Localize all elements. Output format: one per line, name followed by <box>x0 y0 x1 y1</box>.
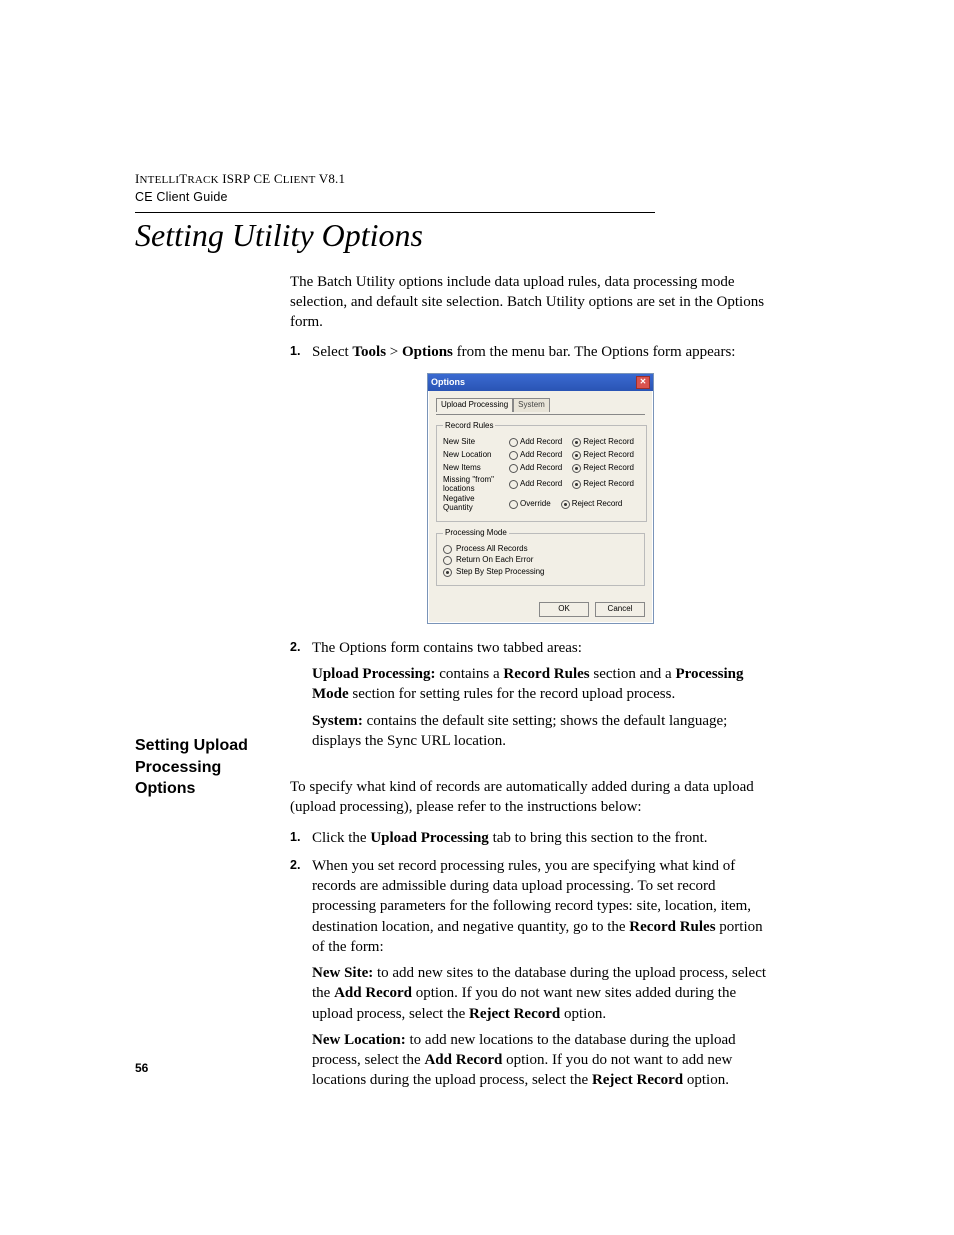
page-number: 56 <box>135 1061 148 1075</box>
rule-row: Missing "from" locations Add Record Reje… <box>443 476 640 494</box>
step-2: 2. The Options form contains two tabbed … <box>290 638 770 751</box>
rule-row: New Items Add Record Reject Record <box>443 463 640 474</box>
radio-reject-record[interactable]: Reject Record <box>561 499 623 510</box>
rule-row: Negative Quantity Override Reject Record <box>443 495 640 513</box>
upload-processing-desc: Upload Processing: contains a Record Rul… <box>312 664 770 705</box>
tab-system[interactable]: System <box>513 398 550 412</box>
running-header: INTELLITRACK ISRP CE CLIENT V8.1 CE Clie… <box>135 170 819 206</box>
radio-add-record[interactable]: Add Record <box>509 463 562 474</box>
radio-override[interactable]: Override <box>509 499 551 510</box>
radio-add-record[interactable]: Add Record <box>509 479 562 490</box>
options-dialog-figure: Options ✕ Upload ProcessingSystem Record… <box>427 373 770 624</box>
running-header-sub: CE Client Guide <box>135 190 228 204</box>
new-site-desc: New Site: to add new sites to the databa… <box>312 963 770 1024</box>
tab-upload-processing[interactable]: Upload Processing <box>436 398 513 412</box>
dialog-title: Options <box>431 376 465 388</box>
rule-row: New Location Add Record Reject Record <box>443 450 640 461</box>
radio-reject-record[interactable]: Reject Record <box>572 450 634 461</box>
radio-reject-record[interactable]: Reject Record <box>572 463 634 474</box>
section2-intro: To specify what kind of records are auto… <box>290 777 770 818</box>
radio-reject-record[interactable]: Reject Record <box>572 479 634 490</box>
step-1: 1. Select Tools > Options from the menu … <box>290 342 770 623</box>
page-title: Setting Utility Options <box>135 217 819 254</box>
s2-step-2: 2. When you set record processing rules,… <box>290 856 770 1091</box>
processing-mode-group: Processing Mode Process All Records Retu… <box>436 528 645 586</box>
mode-option[interactable]: Step By Step Processing <box>443 567 638 578</box>
mode-option[interactable]: Return On Each Error <box>443 555 638 566</box>
system-desc: System: contains the default site settin… <box>312 711 770 752</box>
close-icon[interactable]: ✕ <box>636 376 650 389</box>
side-heading: Setting Upload Processing Options <box>135 735 275 800</box>
rule-row: New Site Add Record Reject Record <box>443 437 640 448</box>
radio-add-record[interactable]: Add Record <box>509 450 562 461</box>
radio-reject-record[interactable]: Reject Record <box>572 437 634 448</box>
header-rule <box>135 212 655 213</box>
record-rules-group: Record Rules New Site Add Record Reject … <box>436 421 647 522</box>
ok-button[interactable]: OK <box>539 602 589 617</box>
mode-option[interactable]: Process All Records <box>443 544 638 555</box>
intro-paragraph: The Batch Utility options include data u… <box>290 272 770 333</box>
s2-step-1: 1. Click the Upload Processing tab to br… <box>290 828 770 848</box>
cancel-button[interactable]: Cancel <box>595 602 645 617</box>
radio-add-record[interactable]: Add Record <box>509 437 562 448</box>
dialog-titlebar: Options ✕ <box>428 374 653 391</box>
new-location-desc: New Location: to add new locations to th… <box>312 1030 770 1091</box>
